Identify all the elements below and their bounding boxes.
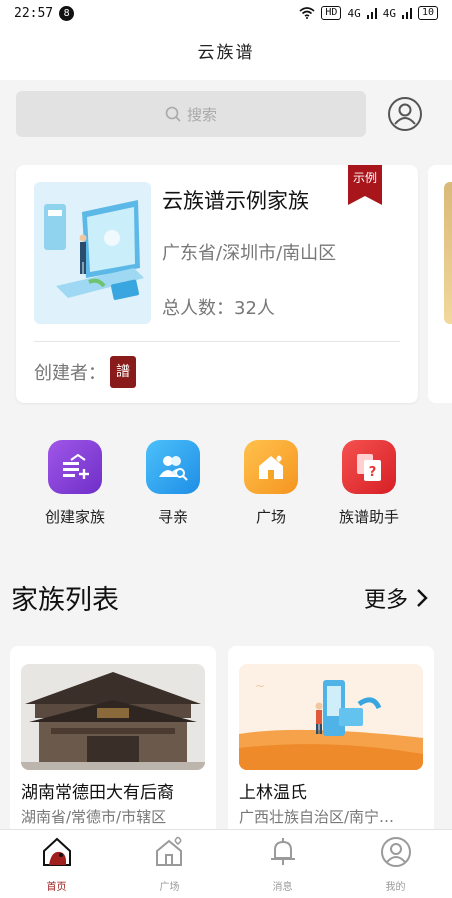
search-placeholder: 搜索 bbox=[186, 105, 217, 124]
quick-genealogy-assistant-label: 族谱助手 bbox=[338, 508, 399, 526]
card-divider bbox=[34, 341, 400, 342]
tab-home[interactable]: 首页 bbox=[0, 830, 113, 898]
family-name: 云族谱示例家族 bbox=[162, 189, 309, 213]
creator-row: 创建者： 譜 bbox=[34, 356, 136, 388]
signal-1-label: 4G bbox=[347, 6, 361, 20]
quick-find-relatives[interactable]: 寻亲 bbox=[124, 440, 222, 527]
family-list-item[interactable]: 湖南常德田大有后裔 湖南省/常德市/市辖区 bbox=[10, 646, 216, 846]
family-location: 广东省/深圳市/南山区 bbox=[162, 243, 337, 264]
example-ribbon: 示例 bbox=[348, 165, 382, 205]
status-bar: 22:57 8 HD 4G 4G 10 bbox=[0, 0, 452, 26]
search-row: 搜索 bbox=[0, 80, 452, 150]
ribbon-label: 示例 bbox=[352, 171, 377, 185]
next-family-thumbnail bbox=[444, 182, 452, 324]
family-thumbnail bbox=[34, 182, 151, 324]
tab-home-label: 首页 bbox=[46, 882, 67, 893]
create-family-icon bbox=[48, 440, 102, 494]
svg-text:~: ~ bbox=[255, 679, 265, 693]
family-image-temple bbox=[21, 664, 205, 770]
signal-1-icon bbox=[366, 7, 377, 19]
family-list-item-location: 广西壮族自治区/南宁… bbox=[239, 808, 395, 826]
hd-indicator: HD bbox=[321, 6, 342, 20]
family-member-count: 总人数：32人 bbox=[162, 298, 275, 319]
more-button[interactable]: 更多 bbox=[364, 582, 428, 614]
tab-messages-label: 消息 bbox=[272, 882, 293, 893]
featured-family-carousel: 云族谱示例家族 广东省/深圳市/南山区 总人数：32人 示例 创建者： 譜 bbox=[0, 165, 452, 405]
more-label: 更多 bbox=[363, 588, 408, 613]
quick-actions: 创建家族 寻亲 广场 ? 族谱助手 bbox=[0, 440, 452, 540]
bell-icon bbox=[270, 838, 295, 865]
status-time: 22:57 bbox=[14, 5, 54, 21]
tab-plaza[interactable]: 广场 bbox=[113, 830, 226, 898]
home-icon bbox=[42, 837, 71, 866]
find-relatives-icon bbox=[146, 440, 200, 494]
status-icons: HD 4G 4G 10 bbox=[299, 6, 438, 20]
tab-plaza-label: 广场 bbox=[159, 882, 180, 893]
quick-create-family[interactable]: 创建家族 bbox=[26, 440, 124, 527]
family-list-header: 家族列表 更多 bbox=[0, 570, 452, 626]
signal-2-label: 4G bbox=[382, 6, 396, 20]
family-list-item-location: 湖南省/常德市/市辖区 bbox=[21, 808, 167, 826]
quick-plaza[interactable]: 广场 bbox=[222, 440, 320, 527]
creator-seal: 譜 bbox=[110, 356, 136, 388]
family-image-illustration: ~ bbox=[239, 664, 423, 770]
plaza-icon bbox=[155, 836, 182, 866]
search-input[interactable]: 搜索 bbox=[16, 91, 366, 137]
quick-plaza-label: 广场 bbox=[255, 508, 286, 526]
tab-messages[interactable]: 消息 bbox=[226, 830, 339, 898]
family-list-item[interactable]: ~ 上林温氏 广西壮族自治区/南宁… bbox=[228, 646, 434, 846]
next-family-card-peek[interactable] bbox=[428, 165, 452, 403]
genealogy-assistant-icon: ? bbox=[342, 440, 396, 494]
featured-family-card[interactable]: 云族谱示例家族 广东省/深圳市/南山区 总人数：32人 示例 创建者： 譜 bbox=[16, 165, 418, 403]
tab-profile-label: 我的 bbox=[385, 882, 406, 893]
notification-badge: 8 bbox=[59, 5, 75, 21]
quick-find-relatives-label: 寻亲 bbox=[157, 508, 188, 526]
user-avatar-button[interactable] bbox=[387, 96, 423, 132]
search-icon bbox=[165, 106, 181, 122]
user-icon bbox=[388, 97, 422, 131]
page-title: 云族谱 bbox=[0, 26, 452, 80]
battery-icon: 10 bbox=[417, 6, 438, 20]
family-list-item-name: 湖南常德田大有后裔 bbox=[21, 783, 174, 803]
family-list-title: 家族列表 bbox=[11, 585, 119, 616]
profile-icon bbox=[380, 837, 411, 867]
quick-create-family-label: 创建家族 bbox=[44, 508, 105, 526]
family-list-item-name: 上林温氏 bbox=[239, 783, 307, 803]
svg-text:?: ? bbox=[369, 465, 377, 480]
quick-genealogy-assistant[interactable]: ? 族谱助手 bbox=[320, 440, 418, 527]
signal-2-icon bbox=[401, 7, 412, 19]
creator-label: 创建者： bbox=[34, 363, 106, 384]
tab-profile[interactable]: 我的 bbox=[339, 830, 452, 898]
plaza-icon bbox=[244, 440, 298, 494]
laptop-illustration bbox=[34, 182, 151, 324]
wifi-icon bbox=[299, 7, 315, 19]
bottom-tab-bar: 首页 广场 消息 我的 bbox=[0, 829, 452, 898]
chevron-right-icon bbox=[417, 589, 428, 607]
